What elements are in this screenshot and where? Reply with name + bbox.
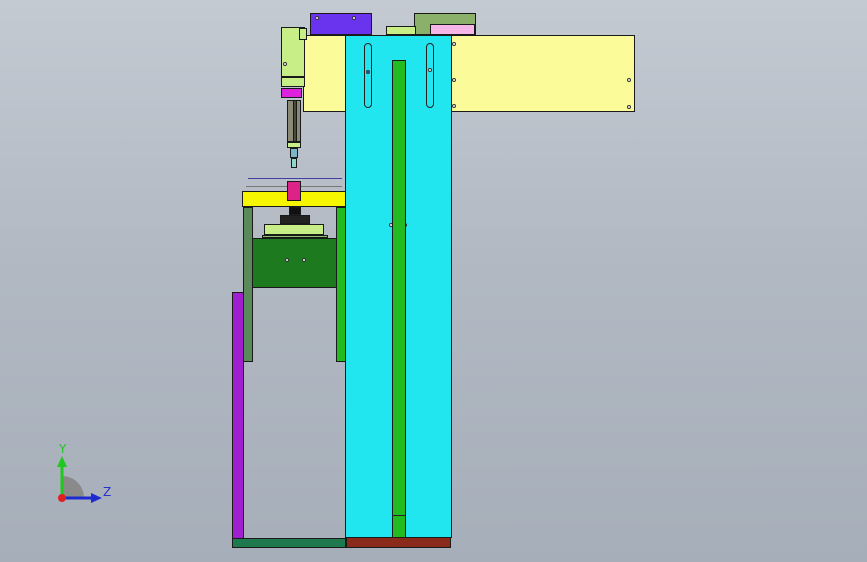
plate-hole <box>627 78 631 82</box>
light-green-pad[interactable] <box>264 224 324 235</box>
plate-hole <box>452 78 456 82</box>
green-vertical-rail[interactable] <box>392 60 406 538</box>
light-green-tab <box>386 26 416 35</box>
cylinder-tip <box>290 148 298 158</box>
plate-hole <box>452 104 456 108</box>
magenta-fixture-block[interactable] <box>287 181 301 201</box>
block-hole <box>315 16 319 20</box>
cylinder-nozzle <box>291 158 297 168</box>
black-base <box>280 215 310 224</box>
z-axis-label: Z <box>103 485 112 499</box>
slot-bolt <box>428 68 432 72</box>
frame-left-post[interactable] <box>243 207 253 362</box>
slot-bolt <box>366 70 370 74</box>
block-hole <box>352 16 356 20</box>
plate-hole <box>452 42 456 46</box>
coordinate-triad: Y Z <box>40 440 130 520</box>
black-stem <box>289 207 301 215</box>
blue-top-block[interactable] <box>310 13 372 35</box>
dark-green-base-bar[interactable] <box>232 538 346 548</box>
triad-svg <box>57 456 102 503</box>
cad-viewport[interactable]: Y Z <box>0 0 867 562</box>
table-hole <box>285 258 289 262</box>
cylinder-rod <box>293 100 297 142</box>
plate-hole <box>627 105 631 109</box>
table-hole <box>302 258 306 262</box>
y-axis-arrow <box>57 456 67 467</box>
magenta-collar[interactable] <box>281 88 302 98</box>
cylinder-hole <box>283 62 287 66</box>
column-slot-left <box>364 43 372 108</box>
purple-vertical-post[interactable] <box>232 292 244 540</box>
y-axis-label: Y <box>59 442 67 456</box>
cylinder-band <box>281 77 305 87</box>
dark-green-table[interactable] <box>252 238 337 288</box>
triad-quadrant <box>62 476 84 498</box>
reference-line <box>248 178 342 179</box>
rail-line <box>392 515 406 516</box>
z-axis-arrow <box>91 493 102 503</box>
frame-right-post[interactable] <box>336 207 346 362</box>
pink-insert <box>430 24 475 35</box>
column-slot-right <box>426 43 434 108</box>
brown-base-plate[interactable] <box>346 537 451 548</box>
x-axis-dot <box>58 494 66 502</box>
cylinder-upper-tab <box>299 28 307 40</box>
